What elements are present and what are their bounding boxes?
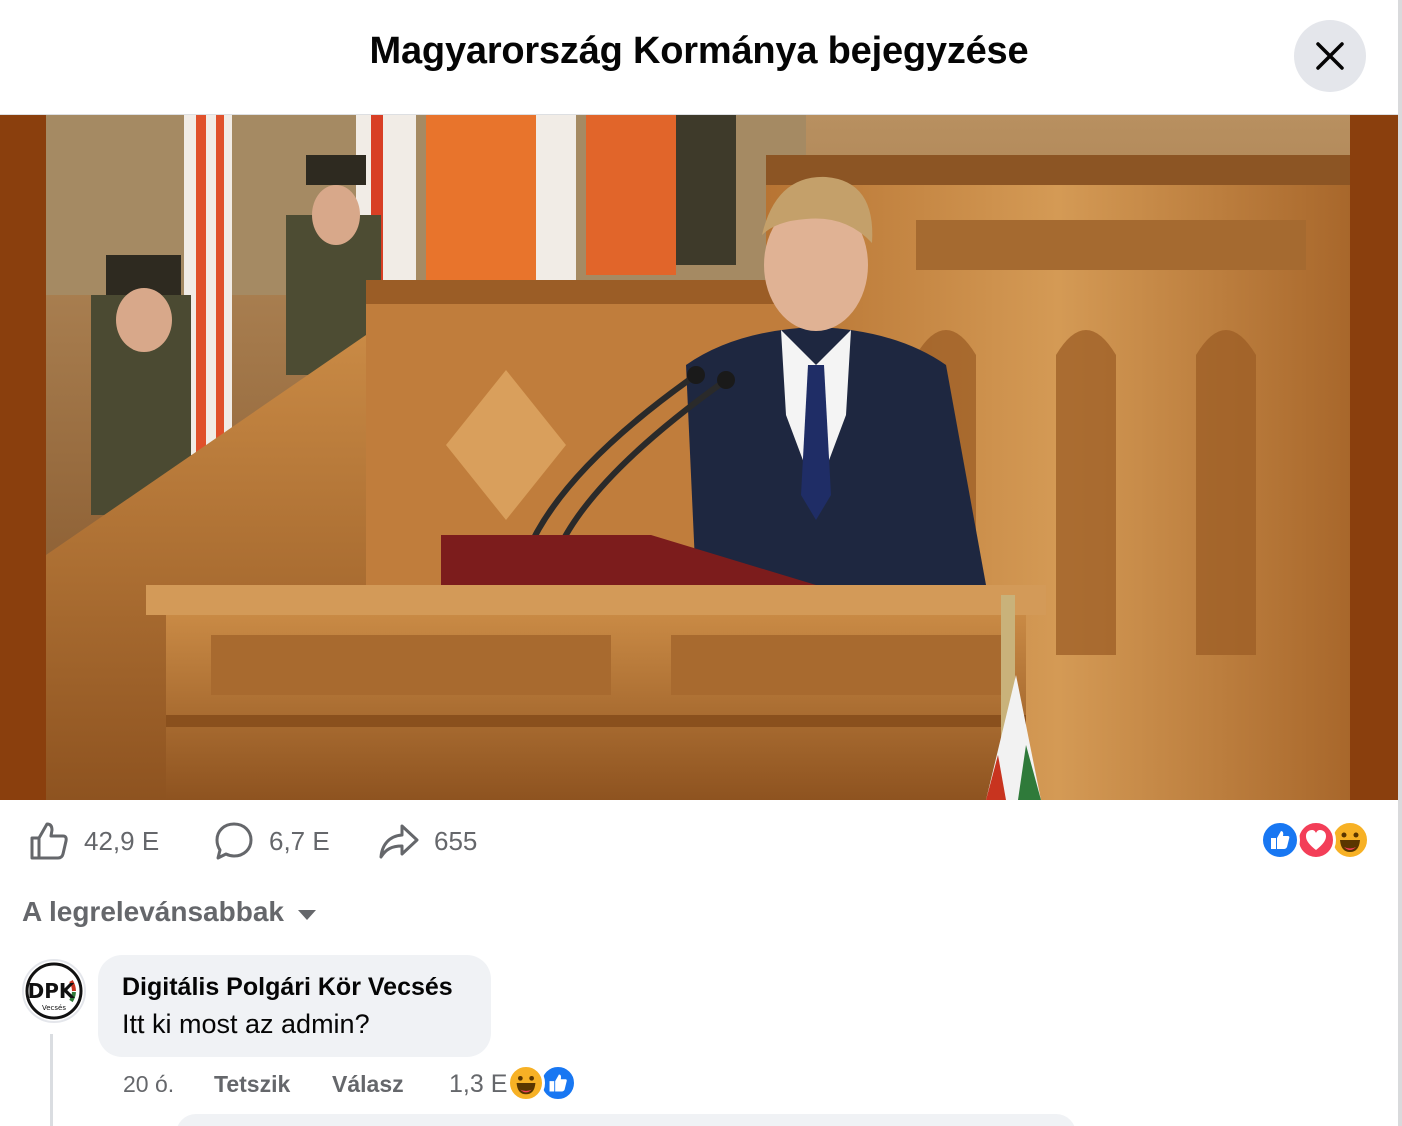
comment-sort-dropdown[interactable]: A legrelevánsabbak [22, 892, 316, 932]
nested-reply-preview[interactable] [176, 1114, 1076, 1126]
share-count: 655 [434, 825, 478, 856]
caret-down-icon [297, 910, 316, 920]
avatar[interactable]: DPK Vecsés [22, 959, 86, 1023]
comment-reply-button[interactable]: Válasz [332, 1068, 404, 1100]
avatar-logo-text: DPK [28, 979, 76, 1003]
haha-reaction-icon [507, 1064, 545, 1102]
haha-reaction-icon [1330, 820, 1370, 860]
reaction-summary[interactable] [1260, 820, 1374, 862]
comment-like-button[interactable]: Tetszik [214, 1068, 290, 1100]
close-button[interactable] [1294, 20, 1366, 92]
comment-bubble: Digitális Polgári Kör Vecsés Itt ki most… [98, 955, 491, 1057]
comment-reaction-count[interactable]: 1,3 E [449, 1068, 507, 1100]
sort-label: A legrelevánsabbak [22, 896, 284, 927]
avatar-logo-subtext: Vecsés [42, 1004, 66, 1012]
comment-icon [215, 822, 253, 860]
dpk-logo-icon: DPK Vecsés [25, 962, 83, 1020]
share-icon [379, 824, 419, 859]
post-image-frame [0, 115, 1398, 800]
comment-text: Itt ki most az admin? [122, 1009, 370, 1039]
window-edge [1398, 0, 1402, 1126]
dialog-title: Magyarország Kormánya bejegyzése [369, 30, 1029, 72]
post-photo[interactable] [46, 115, 1350, 800]
comment-author[interactable]: Digitális Polgári Kör Vecsés [122, 973, 453, 1002]
like-action[interactable]: 42,9 E [28, 812, 159, 870]
share-action[interactable]: 655 [378, 812, 477, 870]
thread-line [50, 1034, 53, 1126]
dialog-header: Magyarország Kormánya bejegyzése [0, 0, 1398, 115]
like-count: 42,9 E [84, 825, 160, 856]
like-reaction-icon [1260, 820, 1300, 860]
post-action-bar: 42,9 E 6,7 E 655 [0, 812, 1398, 870]
comment-count: 6,7 E [269, 825, 330, 856]
thumbs-up-icon [30, 822, 68, 860]
comment-action[interactable]: 6,7 E [213, 812, 330, 870]
comment-reactions[interactable] [507, 1064, 579, 1102]
comment-timestamp[interactable]: 20 ó. [123, 1068, 174, 1100]
love-reaction-icon [1296, 820, 1336, 860]
speaker-at-podium-image [46, 115, 1350, 800]
close-icon [1316, 42, 1344, 70]
